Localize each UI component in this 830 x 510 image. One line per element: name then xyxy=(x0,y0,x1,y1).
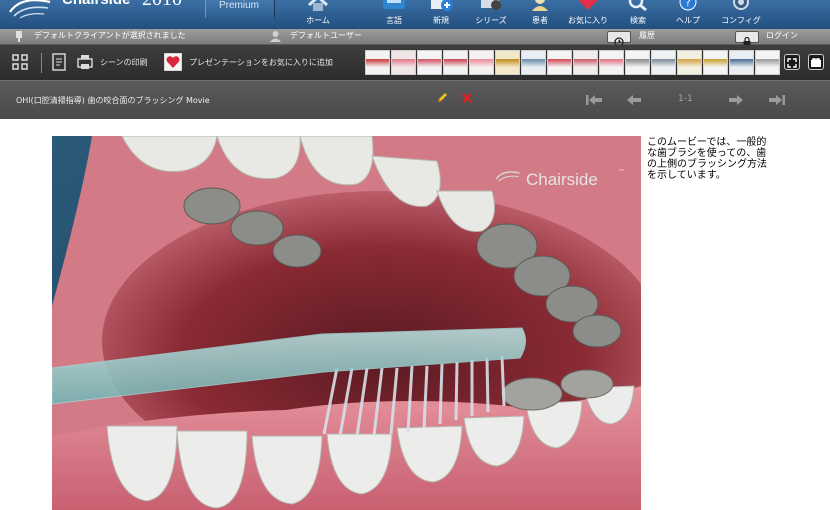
svg-text:?: ? xyxy=(685,0,691,9)
nav-series-label: シリーズ xyxy=(475,16,507,25)
edition-tab: Premium xyxy=(205,0,275,18)
scene-thumbnail[interactable] xyxy=(391,50,416,75)
scene-thumbnail[interactable] xyxy=(703,50,728,75)
nav-home-label: ホーム xyxy=(306,16,330,25)
scene-thumbnail[interactable] xyxy=(625,50,650,75)
chairside-logo-icon xyxy=(9,0,51,19)
status-bar: デフォルトクライアントが選択されました デフォルトユーザー 履歴 ログイン xyxy=(0,29,830,47)
scene-thumbnail[interactable] xyxy=(495,50,520,75)
last-page-icon[interactable] xyxy=(768,94,786,106)
fit-screen-icon[interactable] xyxy=(11,53,29,71)
history-button[interactable] xyxy=(607,31,631,47)
nav-help-label: ヘルプ xyxy=(676,16,700,25)
nav-favorites-label: お気に入り xyxy=(568,16,608,25)
theater-button[interactable] xyxy=(808,54,824,70)
app-name: Chairside xyxy=(62,0,130,8)
scene-thumbnail[interactable] xyxy=(417,50,442,75)
scene-thumbnail[interactable] xyxy=(755,50,780,75)
scene-thumbnail[interactable] xyxy=(599,50,624,75)
nav-config-button[interactable]: コンフィグ xyxy=(718,0,764,29)
heart-icon xyxy=(578,0,598,10)
nav-new-label: 新規 xyxy=(433,16,449,25)
nav-new-button[interactable]: 新規 xyxy=(421,0,461,29)
nav-language-label: 言語 xyxy=(386,16,402,25)
document-icon[interactable] xyxy=(50,53,68,71)
scene-thumbnail[interactable] xyxy=(443,50,468,75)
nav-config-label: コンフィグ xyxy=(721,16,761,25)
movie-player[interactable]: Chairside ™ xyxy=(52,136,641,510)
edition-label: Premium xyxy=(219,0,260,11)
app-year: 2010 xyxy=(142,0,182,11)
watermark-tm: ™ xyxy=(618,168,625,176)
fullscreen-button[interactable] xyxy=(784,54,800,70)
scene-thumbnail[interactable] xyxy=(521,50,546,75)
nav-patient-button[interactable]: 患者 xyxy=(520,0,560,29)
login-button[interactable] xyxy=(735,31,759,46)
scene-thumbnail[interactable] xyxy=(365,50,390,75)
series-icon xyxy=(481,0,501,10)
nav-series-button[interactable]: シリーズ xyxy=(469,0,513,29)
print-scene-button[interactable]: シーンの印刷 xyxy=(100,57,148,68)
scene-thumbnail[interactable] xyxy=(729,50,754,75)
gear-icon xyxy=(733,0,749,10)
nav-home-button[interactable]: ホーム xyxy=(298,0,338,29)
movie-title-bar: OHI(口腔清掃指導) 歯の咬合面のブラッシング Movie 1-1 xyxy=(0,80,830,119)
toolbar: シーンの印刷 プレゼンテーションをお気に入りに追加 xyxy=(0,45,830,80)
watermark-text: Chairside xyxy=(526,170,598,189)
expand-icon xyxy=(787,58,797,68)
movie-description: このムービーでは、一般的な歯ブラシを使っての、歯の上側のブラッシング方法を示して… xyxy=(647,137,767,181)
history-label[interactable]: 履歴 xyxy=(639,30,655,41)
brushing-animation-frame: Chairside ™ xyxy=(52,136,641,510)
nav-search-label: 検索 xyxy=(630,16,646,25)
user-icon xyxy=(270,31,281,42)
nav-help-button[interactable]: ? ヘルプ xyxy=(668,0,708,29)
next-page-icon[interactable] xyxy=(728,94,744,106)
help-icon: ? xyxy=(679,0,697,11)
scene-thumbnail[interactable] xyxy=(677,50,702,75)
toolbar-divider xyxy=(41,53,42,73)
edit-icon[interactable] xyxy=(436,92,448,104)
scene-thumbnail[interactable] xyxy=(469,50,494,75)
camera-icon xyxy=(811,58,821,67)
delete-icon[interactable] xyxy=(461,92,473,104)
search-icon xyxy=(628,0,647,11)
client-icon xyxy=(16,31,22,42)
scene-thumbnail[interactable] xyxy=(547,50,572,75)
client-status: デフォルトクライアントが選択されました xyxy=(34,31,186,40)
login-label[interactable]: ログイン xyxy=(766,30,798,41)
movie-title: OHI(口腔清掃指導) 歯の咬合面のブラッシング Movie xyxy=(16,96,210,105)
nav-patient-label: 患者 xyxy=(532,16,548,25)
content-area: Chairside ™ このムービーでは、一般的な歯ブラシを使っての、歯の上側の… xyxy=(0,119,830,510)
new-icon xyxy=(431,0,453,11)
language-icon xyxy=(383,0,405,9)
app-header: Chairside ® 2010 Premium ホーム 言語 新規 シリーズ … xyxy=(0,0,830,29)
nav-language-button[interactable]: 言語 xyxy=(374,0,414,29)
nav-favorites-button[interactable]: お気に入り xyxy=(563,0,613,29)
add-favorite-button[interactable]: プレゼンテーションをお気に入りに追加 xyxy=(189,57,333,68)
patient-icon xyxy=(532,0,548,11)
nav-search-button[interactable]: 検索 xyxy=(618,0,658,29)
scene-thumbnail[interactable] xyxy=(573,50,598,75)
page-count: 1-1 xyxy=(678,94,693,104)
printer-icon[interactable] xyxy=(76,53,94,71)
first-page-icon[interactable] xyxy=(585,94,603,106)
scene-thumbnail[interactable] xyxy=(651,50,676,75)
heart-icon[interactable] xyxy=(164,53,182,71)
previous-page-icon[interactable] xyxy=(626,94,642,106)
user-status: デフォルトユーザー xyxy=(290,31,362,40)
home-icon xyxy=(308,0,328,11)
